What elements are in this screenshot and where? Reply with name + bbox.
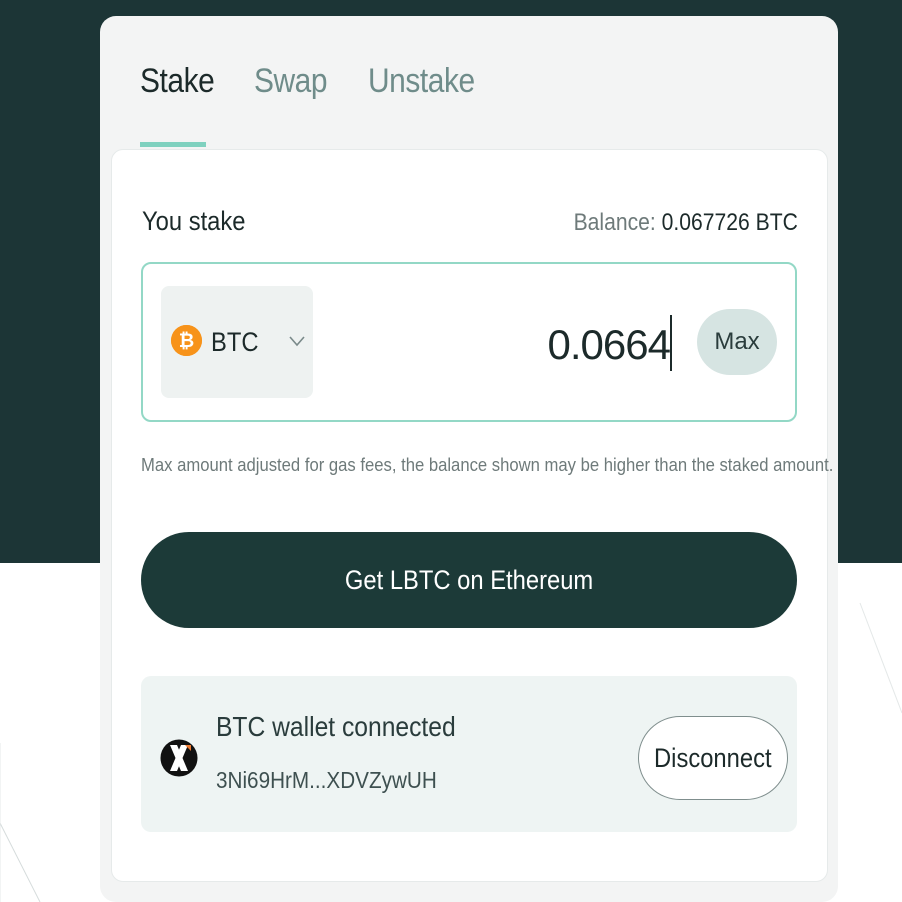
- balance-display: Balance: 0.067726 BTC: [574, 209, 798, 237]
- tab-unstake[interactable]: Unstake: [368, 62, 475, 148]
- token-symbol: BTC: [211, 327, 259, 357]
- gas-fee-note: Max amount adjusted for gas fees, the ba…: [141, 454, 834, 475]
- disconnect-button-label: Disconnect: [654, 742, 772, 773]
- tab-swap[interactable]: Swap: [254, 62, 328, 148]
- amount-input[interactable]: [470, 318, 672, 372]
- tab-stake[interactable]: Stake: [140, 62, 215, 148]
- wallet-address: 3Ni69HrM...XDVZywUH: [216, 767, 437, 793]
- you-stake-label: You stake: [142, 206, 246, 236]
- svg-text:₿: ₿: [179, 330, 194, 352]
- chevron-down-icon[interactable]: [288, 334, 306, 348]
- bitcoin-icon: ₿: [171, 325, 202, 356]
- disconnect-button[interactable]: Disconnect: [638, 716, 788, 800]
- balance-value: 0.067726 BTC: [661, 209, 798, 236]
- wallet-status-text: BTC wallet connected: [216, 711, 456, 742]
- active-tab-indicator: [140, 142, 206, 147]
- balance-label: Balance:: [573, 209, 656, 236]
- max-button[interactable]: Max: [697, 309, 777, 375]
- get-lbtc-button-label: Get LBTC on Ethereum: [344, 564, 594, 595]
- xverse-wallet-icon: [160, 739, 198, 777]
- tab-bar: Stake Swap Unstake: [140, 62, 489, 152]
- text-caret: [670, 315, 672, 371]
- get-lbtc-button[interactable]: Get LBTC on Ethereum: [141, 532, 797, 628]
